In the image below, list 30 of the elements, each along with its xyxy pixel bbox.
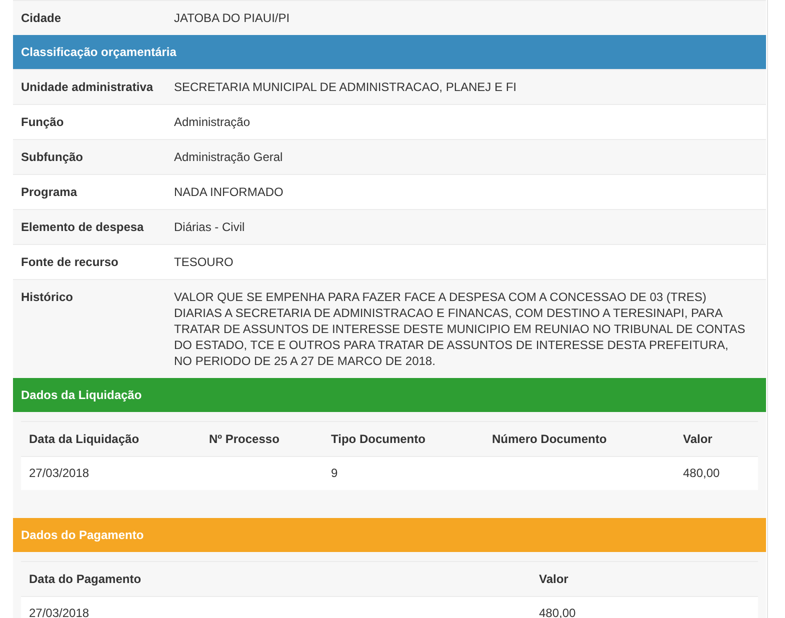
table-cell: 27/03/2018	[29, 606, 90, 618]
section-header: Classificação orçamentária	[13, 35, 766, 69]
field-label: Programa	[21, 184, 78, 200]
field-label: Subfunção	[21, 149, 84, 165]
field-value: NADA INFORMADO	[174, 184, 284, 200]
field-value: Administração	[174, 114, 252, 130]
field-label: Elemento de despesa	[21, 219, 145, 235]
field-label: Função	[21, 114, 65, 130]
column-header: Data da Liquidação	[29, 432, 140, 446]
field-value: TESOURO	[174, 254, 234, 270]
section-header: Dados da Liquidação	[13, 378, 766, 412]
field-value: VALOR QUE SE EMPENHA PARA FAZER FACE A DESPESA COM A CONCESSAO DE 03 (TRES) DIARIAS A SECRETARIA DE ADMINISTRACAO E FINANCAS, COM DESTINO A TERESINAPI, PARA TRATAR DE ASSUNTOS DE INTERESSE DESTE MUNICIPIO EM REUNIAO NO TRIBUNAL DE CONTAS DO ESTADO, TCE E OUTROS PARA TRATAR DE ASSUNTOS DE INTERESSE DESTA PREFEITURA, NO PERIODO DE 25 A 27 DE MARCO DE 2018.	[174, 289, 746, 369]
field-value: SECRETARIA MUNICIPAL DE ADMINISTRACAO, PLANEJ E FI	[174, 79, 518, 95]
table-cell: 9	[331, 466, 338, 480]
column-header: Valor	[539, 572, 568, 586]
field-label: Fonte de recurso	[21, 254, 120, 270]
column-header: Valor	[683, 432, 712, 446]
column-header: Nº Processo	[209, 432, 280, 446]
table-cell: 27/03/2018	[29, 466, 90, 480]
field-label: Histórico	[21, 289, 74, 306]
section-header: Dados do Pagamento	[13, 518, 766, 552]
field-label: Unidade administrativa	[21, 79, 154, 95]
field-value: JATOBA DO PIAUI/PI	[174, 10, 291, 26]
column-header: Tipo Documento	[331, 432, 426, 446]
column-header: Número Documento	[492, 432, 607, 446]
column-header: Data do Pagamento	[29, 572, 142, 586]
field-value: Administração Geral	[174, 149, 284, 165]
field-label: Cidade	[21, 10, 62, 26]
table-cell: 480,00	[683, 466, 720, 480]
field-value: Diárias - Civil	[174, 219, 246, 235]
